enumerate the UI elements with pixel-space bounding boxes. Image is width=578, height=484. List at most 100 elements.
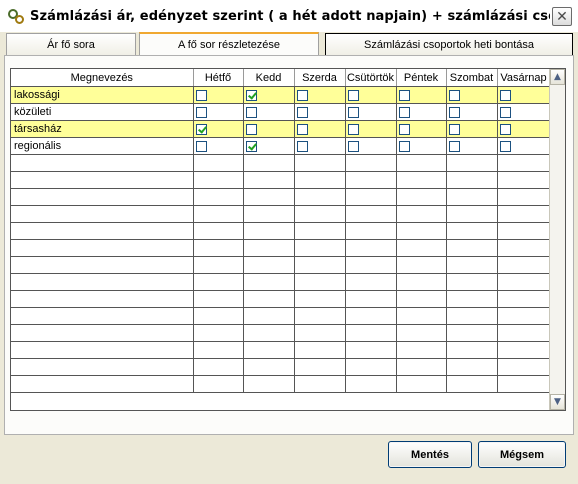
day-checkbox[interactable] xyxy=(398,123,410,135)
day-cell xyxy=(446,103,498,121)
day-checkbox[interactable] xyxy=(347,106,359,118)
column-header-day[interactable]: Szombat xyxy=(446,69,498,87)
day-checkbox[interactable] xyxy=(448,123,460,135)
day-checkbox[interactable] xyxy=(499,106,511,118)
empty-cell xyxy=(345,154,397,172)
grid-header-row: Megnevezés Hétfő Kedd Szerda Csütörtök Péntek… xyxy=(11,69,551,87)
day-cell xyxy=(497,86,551,104)
empty-cell xyxy=(11,256,194,274)
day-checkbox[interactable] xyxy=(398,106,410,118)
day-checkbox[interactable] xyxy=(499,89,511,101)
day-checkbox[interactable] xyxy=(347,140,359,152)
day-checkbox[interactable] xyxy=(296,140,308,152)
table-row[interactable]: regionális xyxy=(11,137,551,155)
title-bar: Számlázási ár, edényzet szerint ( a hét … xyxy=(0,0,578,32)
empty-cell xyxy=(11,273,194,291)
empty-cell xyxy=(497,171,551,189)
day-checkbox[interactable] xyxy=(195,140,207,152)
cancel-button[interactable]: Mégsem xyxy=(478,441,566,468)
column-header-day[interactable]: Kedd xyxy=(243,69,295,87)
vertical-scrollbar[interactable]: ▲ ▼ xyxy=(549,69,565,410)
column-header-day[interactable]: Hétfő xyxy=(193,69,244,87)
empty-cell xyxy=(243,171,295,189)
empty-cell xyxy=(446,324,498,342)
day-checkbox[interactable] xyxy=(398,89,410,101)
tab-fo-sor-reszletezese[interactable]: A fő sor részletezése xyxy=(139,32,319,56)
empty-cell xyxy=(396,307,447,325)
empty-row[interactable] xyxy=(11,290,551,308)
save-button[interactable]: Mentés xyxy=(388,441,472,468)
day-cell xyxy=(345,103,397,121)
day-checkbox[interactable] xyxy=(195,123,207,135)
column-header-name[interactable]: Megnevezés xyxy=(11,69,194,87)
day-checkbox[interactable] xyxy=(296,123,308,135)
empty-row[interactable] xyxy=(11,256,551,274)
empty-row[interactable] xyxy=(11,375,551,393)
empty-row[interactable] xyxy=(11,273,551,291)
day-checkbox[interactable] xyxy=(245,106,257,118)
empty-row[interactable] xyxy=(11,154,551,172)
column-header-day[interactable]: Péntek xyxy=(396,69,447,87)
table-row[interactable]: közületi xyxy=(11,103,551,121)
day-checkbox[interactable] xyxy=(448,89,460,101)
empty-cell xyxy=(294,341,346,359)
day-checkbox[interactable] xyxy=(245,123,257,135)
empty-cell xyxy=(497,154,551,172)
day-checkbox[interactable] xyxy=(296,89,308,101)
empty-cell xyxy=(396,188,447,206)
empty-row[interactable] xyxy=(11,171,551,189)
day-checkbox[interactable] xyxy=(195,89,207,101)
day-checkbox[interactable] xyxy=(296,106,308,118)
scroll-down-icon[interactable]: ▼ xyxy=(550,394,565,410)
empty-cell xyxy=(243,375,295,393)
empty-cell xyxy=(446,307,498,325)
empty-row[interactable] xyxy=(11,239,551,257)
day-checkbox[interactable] xyxy=(195,106,207,118)
empty-cell xyxy=(446,171,498,189)
day-checkbox[interactable] xyxy=(245,140,257,152)
empty-cell xyxy=(345,341,397,359)
day-checkbox[interactable] xyxy=(398,140,410,152)
empty-cell xyxy=(446,239,498,257)
day-cell xyxy=(243,120,295,138)
empty-cell xyxy=(497,290,551,308)
empty-cell xyxy=(243,154,295,172)
grid-table: Megnevezés Hétfő Kedd Szerda Csütörtök Péntek… xyxy=(11,69,551,393)
day-checkbox[interactable] xyxy=(448,106,460,118)
empty-cell xyxy=(294,307,346,325)
empty-row[interactable] xyxy=(11,324,551,342)
empty-cell xyxy=(294,188,346,206)
empty-row[interactable] xyxy=(11,307,551,325)
table-row[interactable]: lakossági xyxy=(11,86,551,104)
empty-cell xyxy=(396,324,447,342)
empty-cell xyxy=(345,188,397,206)
table-row[interactable]: társasház xyxy=(11,120,551,138)
day-checkbox[interactable] xyxy=(448,140,460,152)
day-checkbox[interactable] xyxy=(245,89,257,101)
day-checkbox[interactable] xyxy=(347,89,359,101)
day-checkbox[interactable] xyxy=(347,123,359,135)
tab-heti-bontas[interactable]: Számlázási csoportok heti bontása xyxy=(325,33,573,55)
day-checkbox[interactable] xyxy=(499,140,511,152)
empty-cell xyxy=(243,256,295,274)
close-button[interactable]: ✕ xyxy=(552,7,572,26)
empty-cell xyxy=(294,290,346,308)
dialog-window: Számlázási ár, edényzet szerint ( a hét … xyxy=(0,0,578,484)
empty-cell xyxy=(396,154,447,172)
scroll-up-icon[interactable]: ▲ xyxy=(550,69,565,85)
column-header-day[interactable]: Vasárnap xyxy=(497,69,551,87)
column-header-day[interactable]: Szerda xyxy=(294,69,346,87)
empty-row[interactable] xyxy=(11,188,551,206)
empty-row[interactable] xyxy=(11,222,551,240)
empty-cell xyxy=(193,171,244,189)
empty-cell xyxy=(345,239,397,257)
tab-ar-fo-sora[interactable]: Ár fő sora xyxy=(6,33,136,55)
empty-row[interactable] xyxy=(11,358,551,376)
day-cell xyxy=(497,120,551,138)
empty-cell xyxy=(11,188,194,206)
day-checkbox[interactable] xyxy=(499,123,511,135)
empty-row[interactable] xyxy=(11,205,551,223)
column-header-day[interactable]: Csütörtök xyxy=(345,69,397,87)
empty-row[interactable] xyxy=(11,341,551,359)
empty-cell xyxy=(11,154,194,172)
